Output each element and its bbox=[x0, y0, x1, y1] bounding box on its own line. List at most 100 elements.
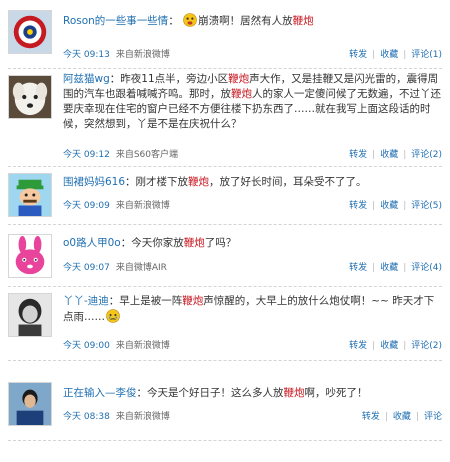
text-segment: 啊，吵死了！ bbox=[304, 387, 368, 399]
keyword-highlight: 鞭炮 bbox=[228, 73, 250, 85]
text-segment: 了吗？ bbox=[204, 237, 237, 249]
post-divider bbox=[8, 440, 442, 441]
comment-button[interactable]: 评论(1) bbox=[411, 50, 442, 60]
keyword-highlight: 鞭炮 bbox=[183, 237, 205, 249]
post-meta: 今天 09:13 来自新浪微博 转发 | 收藏 | 评论(1) bbox=[63, 48, 442, 63]
comment-button[interactable]: 评论(2) bbox=[411, 341, 442, 351]
post-time-link[interactable]: 今天 09:12 bbox=[63, 150, 110, 160]
white-dog-avatar[interactable] bbox=[8, 75, 52, 119]
divider: | bbox=[372, 341, 376, 351]
username-link[interactable]: 阿兹猫wg bbox=[63, 73, 110, 85]
username-link[interactable]: o0路人甲0o bbox=[63, 237, 121, 249]
post-text: 正在输入—李俊：今天是个好日子！这么多人放鞭炮啊，吵死了！ bbox=[63, 386, 442, 401]
feed-post: o0路人甲0o：今天你家放鞭炮了吗？ 今天 09:07 来自微博AIR 转发 | 收藏… bbox=[0, 225, 450, 287]
post-actions: 转发 | 收藏 | 评论(2) bbox=[349, 148, 442, 163]
feed-post: 丫丫-迪迪：早上是被一阵鞭炮声惊醒的，大早上的放什么炮仗啊！~~ 昨天才下点雨…… bbox=[0, 287, 450, 362]
divider: | bbox=[403, 150, 407, 160]
post-body: 今天是个好日子！这么多人放鞭炮啊，吵死了！ bbox=[147, 387, 368, 399]
favorite-button[interactable]: 收藏 bbox=[380, 150, 398, 160]
post-text: o0路人甲0o：今天你家放鞭炮了吗？ bbox=[63, 236, 442, 251]
favorite-button[interactable]: 收藏 bbox=[380, 341, 398, 351]
colon: ： bbox=[125, 176, 136, 188]
teary-face-icon bbox=[106, 309, 120, 323]
comment-button[interactable]: 评论 bbox=[424, 412, 442, 422]
repost-button[interactable]: 转发 bbox=[349, 201, 367, 211]
colon: ： bbox=[136, 387, 148, 399]
keyword-highlight: 鞭炮 bbox=[283, 387, 305, 399]
repost-button[interactable]: 转发 bbox=[349, 50, 367, 60]
username-link[interactable]: 围裙妈妈616 bbox=[63, 176, 125, 188]
colon: ： bbox=[168, 15, 179, 27]
post-source: 来自新浪微博 bbox=[115, 201, 170, 211]
post-time-link[interactable]: 今天 09:07 bbox=[63, 263, 110, 273]
post-time-link[interactable]: 今天 08:38 bbox=[63, 412, 110, 422]
post-text: 阿兹猫wg：昨夜11点半，旁边小区鞭炮声大作，又是挂鞭又是闪光雷的，震得周围的汽… bbox=[63, 72, 442, 132]
text-segment: 今天是个好日子！这么多人放 bbox=[147, 387, 284, 399]
keyword-highlight: 鞭炮 bbox=[188, 176, 210, 188]
favorite-button[interactable]: 收藏 bbox=[393, 412, 411, 422]
repost-button[interactable]: 转发 bbox=[349, 150, 367, 160]
post-meta: 今天 09:09 来自新浪微博 转发 | 收藏 | 评论(5) bbox=[63, 199, 442, 214]
post-source: 来自S60客户端 bbox=[115, 150, 178, 160]
post-body: 今天你家放鞭炮了吗？ bbox=[131, 237, 236, 249]
repost-button[interactable]: 转发 bbox=[349, 263, 367, 273]
post-meta: 今天 09:00 来自新浪微博 转发 | 收藏 | 评论(2) bbox=[63, 339, 442, 354]
comment-button[interactable]: 评论(5) bbox=[411, 201, 442, 211]
bw-portrait-avatar[interactable] bbox=[8, 293, 52, 337]
text-segment: ，放了好长时间，耳朵受不了了。 bbox=[209, 176, 367, 188]
username-link[interactable]: 丫丫-迪迪 bbox=[63, 295, 109, 307]
text-segment: 今天你家放 bbox=[131, 237, 184, 249]
mario-character-avatar[interactable] bbox=[8, 173, 52, 217]
divider: | bbox=[403, 341, 407, 351]
feed-post: 围裙妈妈616：刚才楼下放鞭炮，放了好长时间，耳朵受不了了。 今天 09:09 来… bbox=[0, 167, 450, 225]
post-body: 崩溃啊！居然有人放 bbox=[198, 15, 293, 27]
post-actions: 转发 | 收藏 | 评论(2) bbox=[349, 339, 442, 354]
colon: ： bbox=[120, 237, 132, 249]
post-source: 来自新浪微博 bbox=[115, 341, 170, 351]
comment-button[interactable]: 评论(2) bbox=[411, 150, 442, 160]
pink-rabbit-avatar[interactable] bbox=[8, 234, 52, 278]
keyword-highlight: 鞭炮 bbox=[182, 295, 204, 307]
text-segment: 早上是被一阵 bbox=[119, 295, 183, 307]
colon: ： bbox=[108, 295, 120, 307]
post-divider bbox=[8, 68, 442, 69]
favorite-button[interactable]: 收藏 bbox=[380, 263, 398, 273]
post-actions: 转发 | 收藏 | 评论(1) bbox=[349, 48, 442, 63]
post-time-link[interactable]: 今天 09:13 bbox=[63, 50, 110, 60]
post-source: 来自新浪微博 bbox=[115, 50, 170, 60]
crying-face-icon bbox=[183, 13, 197, 27]
post-time-link[interactable]: 今天 09:00 bbox=[63, 341, 110, 351]
divider: | bbox=[403, 201, 407, 211]
post-text: 围裙妈妈616：刚才楼下放鞭炮，放了好长时间，耳朵受不了了。 bbox=[63, 175, 442, 190]
feed-post: 阿兹猫wg：昨夜11点半，旁边小区鞭炮声大作，又是挂鞭又是闪光雷的，震得周围的汽… bbox=[0, 72, 450, 167]
divider: | bbox=[372, 50, 376, 60]
post-time-link[interactable]: 今天 09:09 bbox=[63, 201, 110, 211]
post-source: 来自微博AIR bbox=[115, 263, 167, 273]
round-emblem-avatar[interactable] bbox=[8, 10, 52, 54]
divider: | bbox=[415, 412, 419, 422]
keyword-highlight: 鞭炮 bbox=[231, 88, 252, 100]
post-body: 昨夜11点半，旁边小区鞭炮声大作，又是挂鞭又是闪光雷的，震得周围的汽车也跟着喊喊… bbox=[63, 73, 441, 130]
comment-button[interactable]: 评论(4) bbox=[411, 263, 442, 273]
post-meta: 今天 09:12 来自S60客户端 转发 | 收藏 | 评论(2) bbox=[63, 148, 442, 163]
divider: | bbox=[372, 150, 376, 160]
text-segment: 刚才楼下放 bbox=[135, 176, 189, 188]
divider: | bbox=[403, 263, 407, 273]
person-photo-avatar[interactable] bbox=[8, 382, 52, 426]
post-body: 刚才楼下放鞭炮，放了好长时间，耳朵受不了了。 bbox=[136, 176, 367, 188]
post-text: Roson的一些事一些情： 崩溃啊！居然有人放鞭炮 bbox=[63, 13, 442, 29]
post-actions: 转发 | 收藏 | 评论 bbox=[362, 410, 442, 425]
post-actions: 转发 | 收藏 | 评论(4) bbox=[349, 261, 442, 276]
divider: | bbox=[372, 201, 376, 211]
post-meta: 今天 09:07 来自微博AIR 转发 | 收藏 | 评论(4) bbox=[63, 261, 442, 276]
feed-post: Roson的一些事一些情： 崩溃啊！居然有人放鞭炮 今天 09:13 来自新浪微博… bbox=[0, 0, 450, 72]
repost-button[interactable]: 转发 bbox=[362, 412, 380, 422]
favorite-button[interactable]: 收藏 bbox=[380, 201, 398, 211]
repost-button[interactable]: 转发 bbox=[349, 341, 367, 351]
keyword-highlight: 鞭炮 bbox=[292, 15, 314, 27]
username-link[interactable]: 正在输入—李俊 bbox=[63, 387, 137, 399]
favorite-button[interactable]: 收藏 bbox=[380, 50, 398, 60]
post-actions: 转发 | 收藏 | 评论(5) bbox=[349, 199, 442, 214]
username-link[interactable]: Roson的一些事一些情 bbox=[63, 15, 168, 27]
post-divider bbox=[8, 360, 442, 361]
